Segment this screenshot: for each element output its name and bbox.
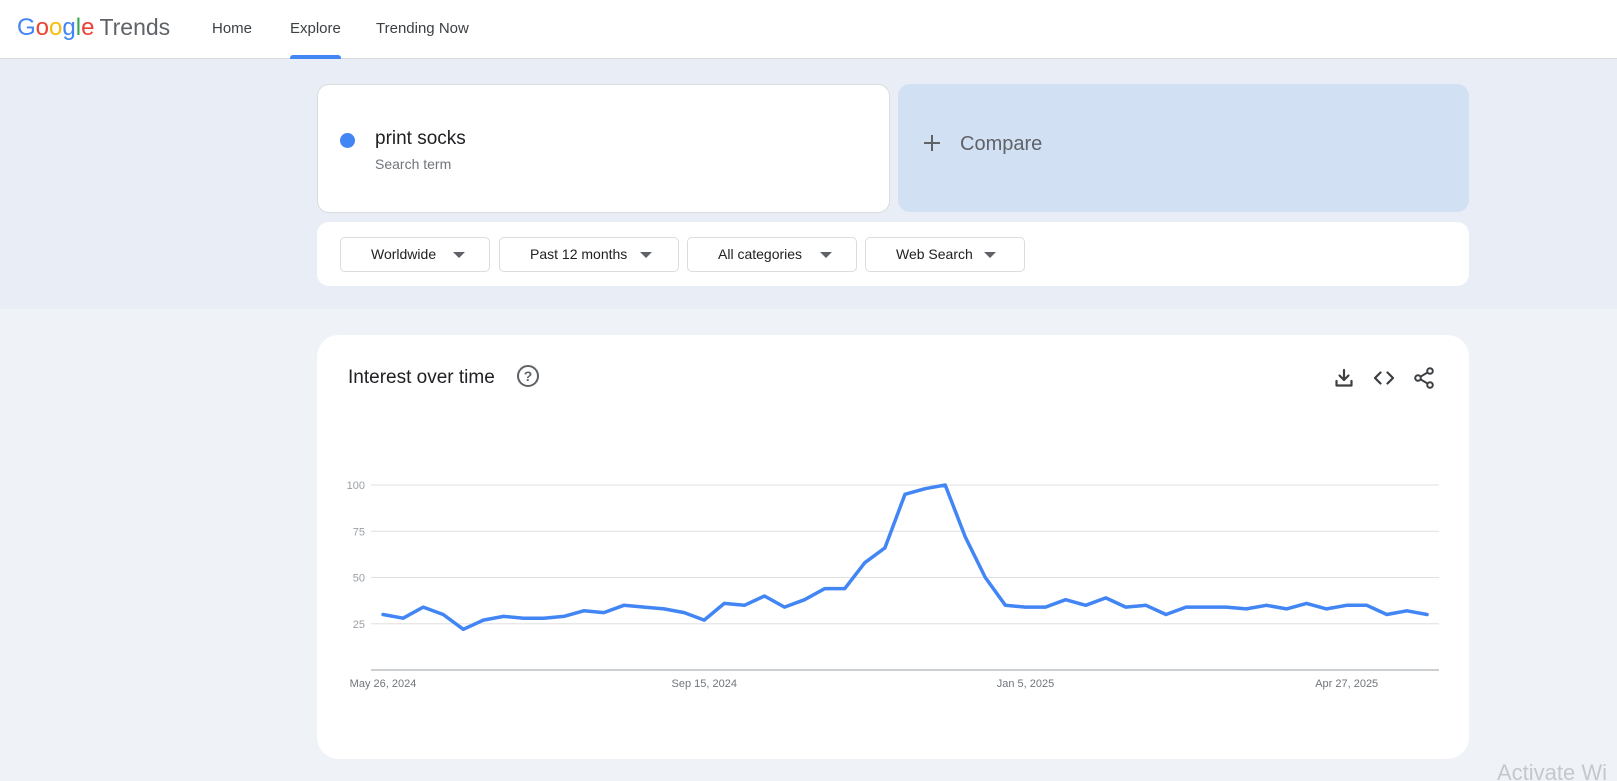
trends-logo-word: Trends (99, 14, 171, 40)
data-point[interactable] (1405, 609, 1409, 613)
data-point[interactable] (963, 535, 967, 539)
data-point[interactable] (562, 614, 566, 618)
logo-letter: G (17, 14, 36, 41)
caret-down-icon (640, 252, 652, 258)
nav-tab-trending-now[interactable]: Trending Now (376, 0, 469, 59)
nav-tab-home[interactable]: Home (212, 0, 252, 59)
data-point[interactable] (983, 576, 987, 579)
data-point[interactable] (803, 598, 807, 602)
google-trends-logo[interactable]: Google Trends (17, 14, 170, 44)
data-point[interactable] (1003, 603, 1007, 607)
data-point[interactable] (501, 614, 505, 618)
plus-icon (923, 134, 941, 152)
category-filter-dropdown[interactable]: All categories (687, 237, 857, 272)
data-point[interactable] (863, 561, 867, 565)
data-point[interactable] (923, 487, 927, 491)
data-point[interactable] (1023, 605, 1027, 609)
data-point[interactable] (702, 618, 706, 622)
data-point[interactable] (742, 603, 746, 607)
data-point[interactable] (1284, 607, 1288, 611)
top-header: Google Trends Home Explore Trending Now (0, 0, 1617, 59)
compare-button[interactable]: Compare (898, 84, 1469, 212)
interest-over-time-card: Interest over time ? 25 50 75 100 May 26, 20… (317, 335, 1469, 759)
data-point[interactable] (602, 611, 606, 615)
data-point[interactable] (1064, 598, 1068, 602)
y-tick-label: 25 (353, 619, 365, 631)
data-point[interactable] (1385, 613, 1389, 616)
region-filter-dropdown[interactable]: Worldwide (340, 237, 490, 272)
data-point[interactable] (542, 616, 546, 620)
data-point[interactable] (1104, 596, 1108, 600)
data-point[interactable] (582, 609, 586, 613)
interest-line-chart[interactable]: 25 50 75 100 May 26, 2024 Sep 15, 2024 Jan 5, … (317, 335, 1469, 759)
data-point[interactable] (421, 605, 425, 609)
compare-label: Compare (960, 133, 1043, 155)
logo-letter: o (49, 14, 63, 41)
data-point[interactable] (622, 603, 626, 607)
x-tick-label: Sep 15, 2024 (672, 678, 737, 690)
data-point[interactable] (662, 607, 666, 611)
data-point[interactable] (1184, 605, 1188, 609)
data-point[interactable] (1305, 601, 1309, 605)
data-point[interactable] (522, 616, 526, 620)
period-filter-label: Past 12 months (530, 246, 628, 262)
y-tick-label: 75 (353, 526, 365, 538)
caret-down-icon (984, 252, 996, 258)
x-tick-label: Apr 27, 2025 (1315, 678, 1378, 690)
x-tick-label: Jan 5, 2025 (997, 678, 1055, 690)
data-point[interactable] (401, 616, 405, 620)
property-filter-dropdown[interactable]: Web Search (865, 237, 1025, 272)
google-logo-letters: Google (17, 14, 94, 42)
y-tick-label: 100 (347, 480, 365, 492)
activate-windows-watermark: Activate Wi (1497, 760, 1608, 781)
data-point[interactable] (783, 605, 787, 609)
logo-letter: g (62, 14, 76, 41)
search-term-name[interactable]: print socks (375, 128, 466, 150)
data-point[interactable] (1325, 607, 1329, 611)
data-point[interactable] (722, 601, 726, 605)
search-term-type: Search term (375, 156, 452, 172)
caret-down-icon (820, 252, 832, 258)
data-point[interactable] (481, 618, 485, 622)
logo-letter: e (81, 14, 95, 41)
data-point[interactable] (1365, 603, 1369, 607)
data-point[interactable] (1124, 605, 1128, 609)
search-term-card[interactable]: print socks Search term (317, 84, 890, 213)
data-point[interactable] (1264, 603, 1268, 607)
data-point[interactable] (823, 587, 827, 591)
data-point[interactable] (903, 492, 907, 496)
term-color-dot (340, 133, 355, 148)
data-point[interactable] (1224, 605, 1228, 609)
data-point[interactable] (843, 587, 847, 591)
category-filter-label: All categories (718, 246, 803, 262)
data-point[interactable] (1204, 605, 1208, 609)
data-point[interactable] (1084, 603, 1088, 607)
data-point[interactable] (1425, 613, 1429, 616)
data-point[interactable] (381, 613, 385, 616)
x-tick-label: May 26, 2024 (350, 678, 417, 690)
series-line-print-socks[interactable] (381, 483, 1429, 632)
data-point[interactable] (762, 594, 766, 598)
logo-letter: o (35, 14, 50, 41)
y-tick-label: 50 (353, 573, 365, 585)
data-point[interactable] (883, 546, 887, 550)
data-point[interactable] (1044, 605, 1048, 609)
data-point[interactable] (943, 483, 947, 487)
data-point[interactable] (642, 605, 646, 609)
data-point[interactable] (682, 611, 686, 615)
data-point[interactable] (461, 627, 465, 631)
filter-bar: Worldwide Past 12 months All categories … (317, 222, 1469, 286)
region-filter-label: Worldwide (371, 246, 437, 262)
nav-tab-explore[interactable]: Explore (290, 0, 341, 59)
data-point[interactable] (1244, 607, 1248, 611)
data-point[interactable] (1345, 603, 1349, 607)
data-point[interactable] (441, 613, 445, 616)
data-point[interactable] (1164, 613, 1168, 616)
property-filter-label: Web Search (896, 246, 973, 262)
caret-down-icon (453, 252, 465, 258)
period-filter-dropdown[interactable]: Past 12 months (499, 237, 679, 272)
data-point[interactable] (1144, 603, 1148, 607)
